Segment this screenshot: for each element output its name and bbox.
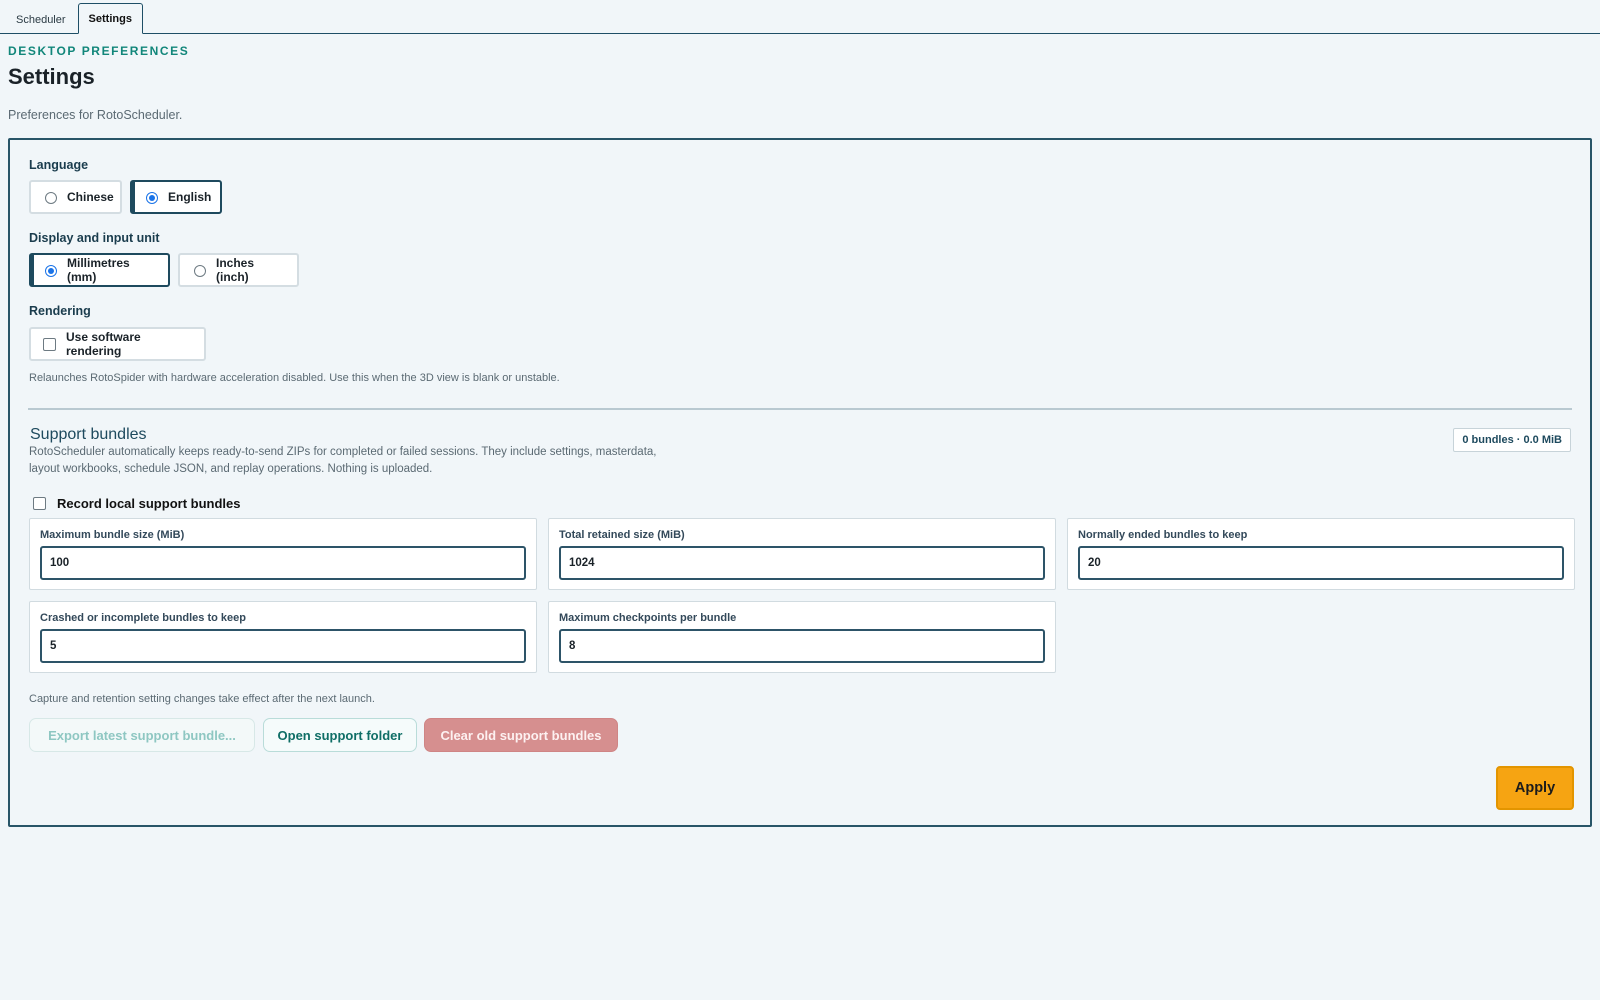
settings-panel: Language Chinese English Display and inp…: [8, 138, 1592, 827]
export-support-bundle-button[interactable]: Export latest support bundle...: [29, 718, 255, 752]
checkbox-icon: [33, 497, 46, 510]
field-label: Maximum checkpoints per bundle: [559, 612, 737, 624]
crashed-bundles-keep-input[interactable]: [40, 629, 526, 663]
radio-unchecked-icon: [194, 265, 206, 277]
unit-option-label: Inches (inch): [216, 256, 255, 284]
field-label: Maximum bundle size (MiB): [40, 529, 185, 541]
section-divider: [28, 408, 1572, 410]
radio-checked-icon: [45, 265, 57, 277]
apply-button[interactable]: Apply: [1496, 766, 1574, 810]
retention-hint: Capture and retention setting changes ta…: [29, 693, 375, 705]
language-option-label: Chinese: [67, 190, 114, 204]
tab-settings[interactable]: Settings: [77, 3, 143, 34]
record-support-bundles-label: Record local support bundles: [57, 496, 241, 511]
page-eyebrow: DESKTOP PREFERENCES: [8, 44, 190, 58]
crashed-bundles-keep-field: Crashed or incomplete bundles to keep: [29, 601, 537, 673]
checkbox-icon: [43, 337, 56, 351]
language-option-english[interactable]: English: [130, 180, 222, 214]
support-bundles-title: Support bundles: [30, 426, 147, 443]
page-title: Settings: [8, 64, 95, 89]
unit-option-mm[interactable]: Millimetres (mm): [29, 253, 170, 287]
page-subtitle: Preferences for RotoScheduler.: [8, 108, 183, 122]
field-label: Total retained size (MiB): [559, 529, 685, 541]
software-rendering-label: Use software rendering: [66, 330, 141, 358]
max-checkpoints-field: Maximum checkpoints per bundle: [548, 601, 1056, 673]
unit-label: Display and input unit: [29, 231, 160, 245]
total-retained-size-field: Total retained size (MiB): [548, 518, 1056, 590]
max-checkpoints-input[interactable]: [559, 629, 1045, 663]
unit-option-inch[interactable]: Inches (inch): [178, 253, 299, 287]
normal-bundles-keep-field: Normally ended bundles to keep: [1067, 518, 1575, 590]
support-bundles-description: RotoScheduler automatically keeps ready-…: [29, 446, 657, 475]
software-rendering-toggle[interactable]: Use software rendering: [29, 327, 206, 361]
unit-option-label: Millimetres (mm): [67, 256, 130, 284]
record-support-bundles-toggle[interactable]: Record local support bundles: [33, 496, 240, 511]
radio-checked-icon: [146, 192, 158, 204]
radio-unchecked-icon: [45, 192, 57, 204]
language-option-chinese[interactable]: Chinese: [29, 180, 122, 214]
open-support-folder-button[interactable]: Open support folder: [263, 718, 417, 752]
clear-old-bundles-button[interactable]: Clear old support bundles: [424, 718, 618, 752]
normal-bundles-keep-input[interactable]: [1078, 546, 1564, 580]
total-retained-size-input[interactable]: [559, 546, 1045, 580]
max-bundle-size-input[interactable]: [40, 546, 526, 580]
rendering-label: Rendering: [29, 304, 91, 318]
field-label: Normally ended bundles to keep: [1078, 529, 1248, 541]
language-label: Language: [29, 158, 89, 172]
tab-scheduler[interactable]: Scheduler: [6, 7, 76, 33]
tab-bar: Scheduler Settings: [0, 0, 1600, 34]
rendering-hint: Relaunches RotoSpider with hardware acce…: [29, 372, 560, 384]
language-option-label: English: [168, 190, 212, 204]
max-bundle-size-field: Maximum bundle size (MiB): [29, 518, 537, 590]
bundle-stats-badge: 0 bundles · 0.0 MiB: [1453, 428, 1571, 452]
field-label: Crashed or incomplete bundles to keep: [40, 612, 246, 624]
